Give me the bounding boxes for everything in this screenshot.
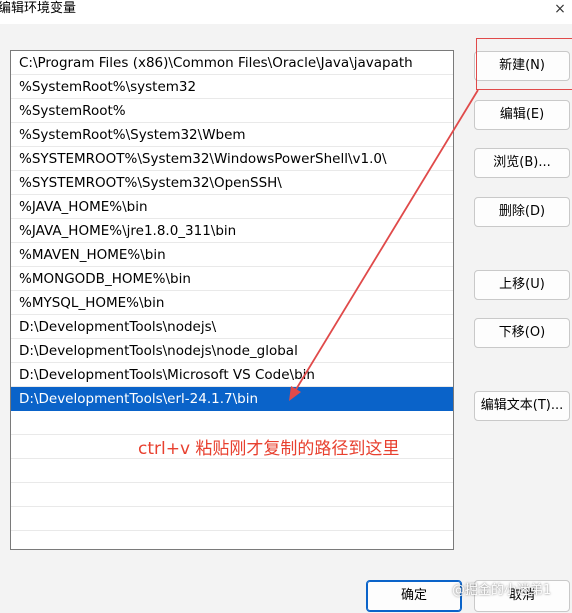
list-item[interactable]: D:\DevelopmentTools\nodejs\ (11, 315, 453, 339)
list-item-empty[interactable] (11, 411, 453, 435)
list-item[interactable]: %MYSQL_HOME%\bin (11, 291, 453, 315)
list-item[interactable]: %SystemRoot%\system32 (11, 75, 453, 99)
edit-button[interactable]: 编辑(E) (474, 100, 570, 130)
delete-button[interactable]: 删除(D) (474, 197, 570, 227)
move-up-button[interactable]: 上移(U) (474, 270, 570, 300)
list-item[interactable]: D:\DevelopmentTools\nodejs\node_global (11, 339, 453, 363)
list-item-empty[interactable] (11, 459, 453, 483)
list-item[interactable]: C:\Program Files (x86)\Common Files\Orac… (11, 51, 453, 75)
window-title: 编辑环境变量 (0, 1, 77, 16)
title-bar: 编辑环境变量 × (0, 0, 572, 24)
list-item-empty[interactable] (11, 483, 453, 507)
edit-text-button[interactable]: 编辑文本(T)... (474, 391, 570, 421)
list-item[interactable]: %SystemRoot%\System32\Wbem (11, 123, 453, 147)
path-list[interactable]: C:\Program Files (x86)\Common Files\Orac… (10, 50, 454, 550)
list-item[interactable]: %MONGODB_HOME%\bin (11, 267, 453, 291)
annotation-text: ctrl+v 粘贴刚才复制的路径到这里 (138, 439, 400, 459)
list-item-empty[interactable] (11, 507, 453, 531)
list-item-selected[interactable]: D:\DevelopmentTools\erl-24.1.7\bin (11, 387, 453, 411)
new-button[interactable]: 新建(N) (474, 51, 570, 81)
move-down-button[interactable]: 下移(O) (474, 318, 570, 348)
close-icon[interactable]: × (548, 0, 572, 20)
list-item[interactable]: %MAVEN_HOME%\bin (11, 243, 453, 267)
watermark: @掘金的小迷弟1 (452, 583, 552, 598)
list-item[interactable]: %JAVA_HOME%\jre1.8.0_311\bin (11, 219, 453, 243)
list-item[interactable]: D:\DevelopmentTools\Microsoft VS Code\bi… (11, 363, 453, 387)
list-item[interactable]: %SystemRoot% (11, 99, 453, 123)
browse-button[interactable]: 浏览(B)... (474, 148, 570, 178)
list-item[interactable]: %SYSTEMROOT%\System32\WindowsPowerShell\… (11, 147, 453, 171)
list-item[interactable]: %SYSTEMROOT%\System32\OpenSSH\ (11, 171, 453, 195)
list-item[interactable]: %JAVA_HOME%\bin (11, 195, 453, 219)
ok-button[interactable]: 确定 (366, 580, 462, 612)
